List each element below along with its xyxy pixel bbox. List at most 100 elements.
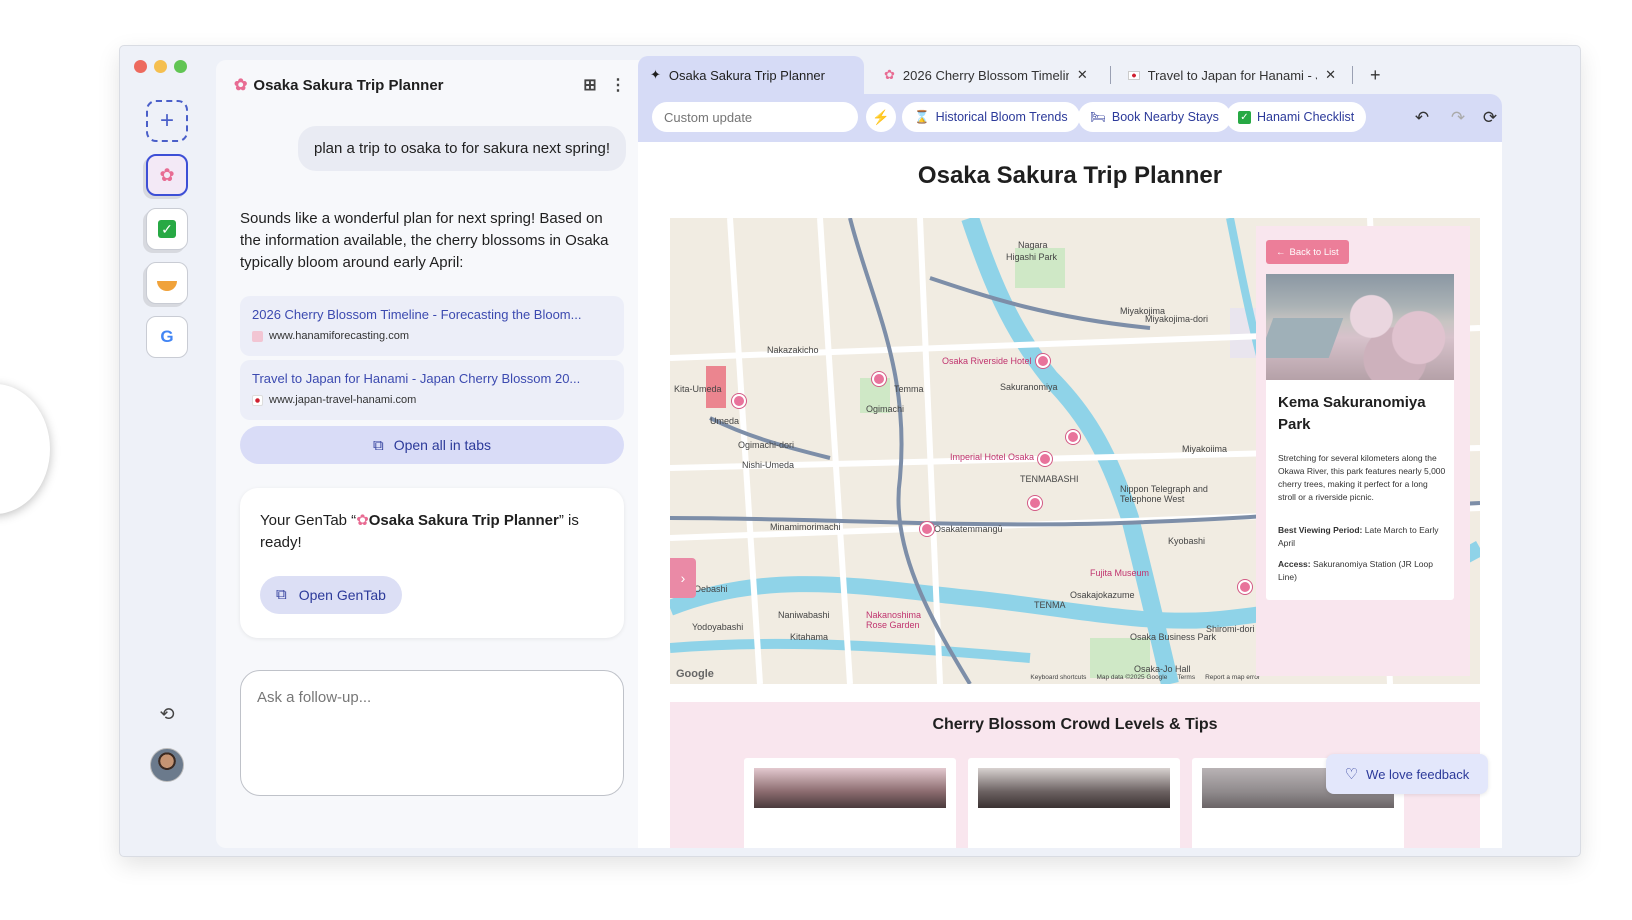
map-label: Minamimorimachi xyxy=(770,522,841,532)
hanami-checklist-chip[interactable]: ✓ Hanami Checklist xyxy=(1226,102,1367,132)
sakura-favicon-icon xyxy=(252,330,263,342)
rail-item-food[interactable] xyxy=(146,262,188,304)
location-detail-panel: ← Back to List Kema Sakuranomiya Park St… xyxy=(1256,226,1470,676)
map-label: Shiromi-dori xyxy=(1206,624,1255,634)
source-title: Travel to Japan for Hanami - Japan Cherr… xyxy=(252,371,581,386)
close-tab-icon[interactable]: ✕ xyxy=(1325,67,1336,83)
google-icon: G xyxy=(160,327,174,346)
map-label: Temma xyxy=(894,384,924,394)
food-bowl-icon xyxy=(157,281,177,291)
refresh-icon[interactable]: ⟳ xyxy=(1476,104,1504,132)
historical-bloom-trends-chip[interactable]: ⌛ Historical Bloom Trends xyxy=(902,102,1080,132)
heart-icon: ♡ xyxy=(1344,766,1359,783)
more-menu-icon[interactable]: ⋮ xyxy=(604,71,632,99)
external-link-icon: ⧉ xyxy=(276,586,287,603)
add-to-panel-icon[interactable]: ⊞ xyxy=(576,71,604,99)
sakura-pin[interactable] xyxy=(920,522,934,536)
tab-cherry-timeline[interactable]: ✿ 2026 Cherry Blossom Timeline ✕ xyxy=(872,56,1104,94)
new-gentab-button[interactable]: + xyxy=(146,100,188,142)
tab-separator xyxy=(1110,66,1111,84)
avatar[interactable] xyxy=(150,748,184,782)
ready-prefix: Your GenTab “ xyxy=(260,512,357,529)
tab-travel-hanami[interactable]: Travel to Japan for Hanami - J ✕ xyxy=(1116,56,1348,94)
map-label: Osaka-Jo Hall xyxy=(1134,664,1191,674)
keyboard-shortcuts-link[interactable]: Keyboard shortcuts xyxy=(1030,674,1086,681)
access-info: Access: Sakuranomiya Station (JR Loop Li… xyxy=(1278,558,1446,584)
map-label: Osaka Business Park xyxy=(1130,632,1217,642)
tab-label: Travel to Japan for Hanami - J xyxy=(1147,67,1318,83)
terms-link[interactable]: Terms xyxy=(1177,674,1195,681)
chat-title: Osaka Sakura Trip Planner xyxy=(253,76,444,94)
hourglass-icon: ⌛ xyxy=(914,109,930,124)
japan-flag-favicon-icon xyxy=(1128,70,1140,80)
sakura-pin[interactable] xyxy=(1028,496,1042,510)
new-tab-button[interactable]: + xyxy=(1358,56,1388,94)
gentab-ready-card: Your GenTab “✿Osaka Sakura Trip Planner”… xyxy=(240,488,624,638)
map-data-text: Map data ©2025 Google xyxy=(1096,674,1168,681)
tip-card[interactable] xyxy=(968,758,1180,848)
rail-item-checklist[interactable]: ✓ xyxy=(146,208,188,250)
map-label: Higashi Park xyxy=(1006,252,1058,262)
tip-card[interactable] xyxy=(744,758,956,848)
source-link-1[interactable]: 2026 Cherry Blossom Timeline - Forecasti… xyxy=(240,296,624,356)
map-label: Miyakojima-dori xyxy=(1145,314,1209,324)
sakura-pin[interactable] xyxy=(872,372,886,386)
map-label: Osaka Riverside Hotel xyxy=(942,356,1032,366)
best-label: Best Viewing Period: xyxy=(1278,525,1363,535)
sakura-favicon-icon: ✿ xyxy=(884,67,895,82)
map-label: Fujita Museum xyxy=(1090,568,1150,578)
sakura-pin[interactable] xyxy=(1038,452,1052,466)
undo-icon[interactable]: ↶ xyxy=(1408,104,1436,132)
checkmark-icon: ✓ xyxy=(158,220,176,238)
back-to-list-button[interactable]: ← Back to List xyxy=(1266,240,1349,264)
external-link-icon: ⧉ xyxy=(372,436,384,454)
tab-separator xyxy=(1352,66,1353,84)
tab-osaka-planner[interactable]: ✦ Osaka Sakura Trip Planner xyxy=(638,56,864,94)
rail-item-sakura[interactable]: ✿ xyxy=(146,154,188,196)
history-icon[interactable]: ⟲ xyxy=(153,700,181,728)
sakura-pin[interactable] xyxy=(1066,430,1080,444)
rail-item-google[interactable]: G xyxy=(146,316,188,358)
left-rail: + ✿ ✓ G ⟲ xyxy=(120,46,216,856)
map-label: Naniwabashi xyxy=(778,610,830,620)
map-label: Kyobashi xyxy=(1168,536,1206,546)
checkmark-icon: ✓ xyxy=(1238,110,1251,124)
tips-title: Cherry Blossom Crowd Levels & Tips xyxy=(932,716,1218,733)
floating-circle xyxy=(0,384,50,514)
map-label: Kita-Umeda xyxy=(674,384,722,394)
custom-update-input[interactable] xyxy=(652,102,858,132)
source-link-2[interactable]: Travel to Japan for Hanami - Japan Cherr… xyxy=(240,360,624,420)
map-label: TENMA xyxy=(1034,600,1066,610)
sakura-pin[interactable] xyxy=(732,394,746,408)
sakura-pin[interactable] xyxy=(1238,580,1252,594)
feedback-button[interactable]: ♡ We love feedback xyxy=(1326,754,1488,794)
followup-input[interactable] xyxy=(240,670,624,796)
book-nearby-stays-chip[interactable]: 🛏 Book Nearby Stays xyxy=(1078,102,1231,132)
map[interactable]: Nagara Higashi Park Miyakojima Miyakojim… xyxy=(670,218,1480,684)
map-footer: Keyboard shortcuts Map data ©2025 Google… xyxy=(1030,674,1260,681)
cherry-blossom-icon: ✿ xyxy=(159,164,175,185)
source-title: 2026 Cherry Blossom Timeline - Forecasti… xyxy=(252,307,582,322)
expand-list-button[interactable]: › xyxy=(670,558,696,598)
open-all-in-tabs-button[interactable]: ⧉ Open all in tabs xyxy=(240,426,624,464)
ready-name: Osaka Sakura Trip Planner xyxy=(368,512,559,529)
open-gentab-button[interactable]: ⧉ Open GenTab xyxy=(260,576,402,614)
sakura-pin[interactable] xyxy=(1036,354,1050,368)
tip-photo xyxy=(754,768,946,808)
map-label: Osakajokazume xyxy=(1070,590,1135,600)
close-tab-icon[interactable]: ✕ xyxy=(1077,67,1088,83)
google-logo: Google xyxy=(676,668,714,680)
map-label: Nishi-Umeda xyxy=(742,460,795,470)
source-url: www.hanamiforecasting.com xyxy=(269,330,410,342)
magic-wand-button[interactable]: ⚡ xyxy=(866,102,896,132)
open-all-label: Open all in tabs xyxy=(393,437,491,453)
redo-icon[interactable]: ↷ xyxy=(1444,104,1472,132)
map-label: Nakazakicho xyxy=(767,345,819,355)
map-label: Miyakoiima xyxy=(1182,444,1228,454)
user-message: plan a trip to osaka to for sakura next … xyxy=(298,126,626,171)
location-card: Kema Sakuranomiya Park Stretching for se… xyxy=(1266,274,1454,600)
map-label: Sakuranomiya xyxy=(1000,382,1058,392)
tab-label: 2026 Cherry Blossom Timeline xyxy=(902,67,1069,83)
arrow-left-icon: ← xyxy=(1276,246,1286,258)
report-error-link[interactable]: Report a map error xyxy=(1205,674,1260,681)
